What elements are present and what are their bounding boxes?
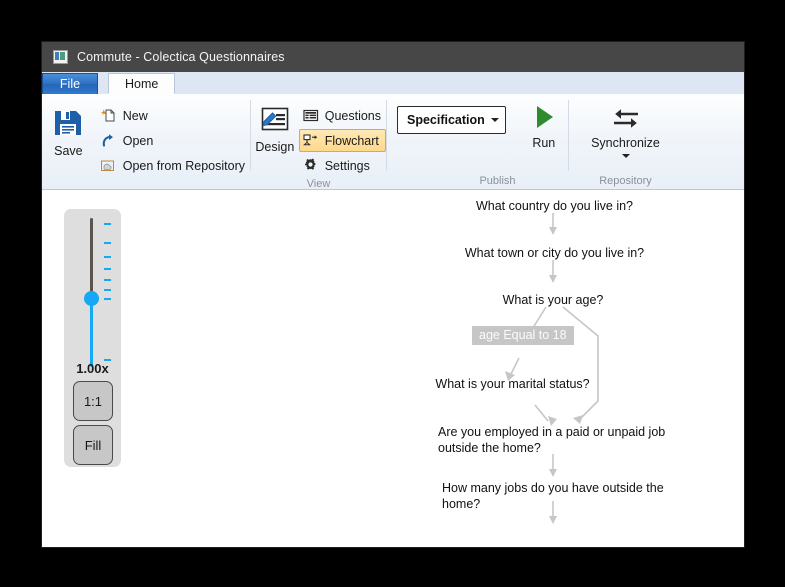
design-button-label: Design — [255, 140, 295, 154]
questions-button[interactable]: Questions — [299, 104, 386, 127]
publish-format-value: Specification — [407, 113, 485, 127]
main-window: Commute - Colectica Questionnaires File … — [42, 42, 744, 547]
chevron-down-icon — [490, 118, 499, 122]
save-button[interactable]: Save — [48, 102, 89, 158]
open-from-repository-button[interactable]: Open from Repository — [97, 154, 250, 177]
ribbon-tabstrip: File Home — [42, 72, 744, 94]
synchronize-arrows-icon — [613, 109, 638, 128]
open-button-label: Open — [122, 133, 154, 148]
window-title: Commute - Colectica Questionnaires — [77, 50, 285, 64]
flowchart-diagram: What country do you live in? What town o… — [42, 190, 744, 547]
flow-node-age[interactable]: What is your age? — [483, 292, 623, 308]
tab-home[interactable]: Home — [108, 73, 176, 94]
save-disk-icon — [55, 111, 82, 135]
open-from-repository-button-label: Open from Repository — [122, 158, 245, 173]
settings-button-label: Settings — [324, 158, 370, 173]
app-window-icon — [53, 50, 68, 64]
flowchart-button-label: Flowchart — [324, 133, 379, 148]
ribbon-group-repository: Synchronize Repository — [569, 94, 682, 189]
ribbon-group-file-actions: Save New Open Open from Repository — [42, 94, 250, 189]
synchronize-button[interactable]: Synchronize — [569, 102, 682, 158]
ribbon: Save New Open Open from Repository Desig… — [42, 94, 744, 190]
open-from-repository-icon — [100, 158, 118, 174]
design-pencil-icon — [261, 107, 289, 131]
ribbon-group-label-repository: Repository — [599, 175, 652, 187]
title-bar: Commute - Colectica Questionnaires — [42, 42, 744, 72]
flow-node-town[interactable]: What town or city do you live in? — [457, 245, 652, 261]
open-button[interactable]: Open — [97, 129, 250, 152]
ribbon-group-label-publish: Publish — [479, 175, 516, 187]
flowchart-button[interactable]: Flowchart — [298, 129, 386, 152]
new-button[interactable]: New — [97, 104, 250, 127]
flowchart-canvas[interactable]: 1.00x 1:1 Fill What country do you live … — [42, 190, 744, 547]
questions-button-label: Questions — [324, 108, 381, 123]
settings-button[interactable]: Settings — [299, 154, 386, 177]
chevron-down-icon — [621, 154, 630, 158]
synchronize-button-label: Synchronize — [591, 136, 660, 150]
run-play-icon — [536, 106, 553, 128]
file-small-commands: New Open Open from Repository — [97, 102, 250, 177]
flow-condition-age[interactable]: age Equal to 18 — [472, 326, 574, 345]
design-button[interactable]: Design — [255, 102, 295, 154]
new-document-icon — [100, 108, 118, 124]
tab-file[interactable]: File — [42, 73, 98, 94]
view-small-commands: Questions Flowchart Settings — [298, 102, 386, 177]
new-button-label: New — [122, 108, 148, 123]
flow-node-marital[interactable]: What is your marital status? — [420, 376, 605, 392]
ribbon-group-label-file — [42, 177, 250, 189]
run-button[interactable]: Run — [520, 98, 568, 150]
flow-node-jobs[interactable]: How many jobs do you have outside the ho… — [442, 480, 677, 512]
flow-node-employed[interactable]: Are you employed in a paid or unpaid job… — [438, 424, 678, 456]
flow-node-country[interactable]: What country do you live in? — [472, 198, 637, 214]
run-button-label: Run — [532, 136, 556, 150]
flowchart-icon — [302, 133, 320, 149]
gear-icon — [302, 158, 320, 174]
questions-grid-icon — [302, 108, 320, 124]
publish-format-select[interactable]: Specification — [397, 106, 506, 134]
save-button-label: Save — [54, 144, 83, 158]
open-arrow-icon — [100, 133, 118, 149]
ribbon-group-publish: Specification Run Publish — [387, 94, 568, 189]
ribbon-group-view: Design Questions Flowchart Settings View — [251, 94, 386, 190]
